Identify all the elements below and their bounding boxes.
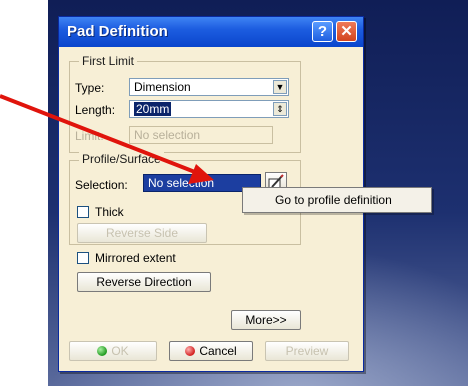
length-value: 20mm [134,102,172,116]
mirrored-extent-checkbox[interactable] [77,252,89,264]
preview-button: Preview [265,341,349,361]
ok-button: OK [69,341,157,361]
type-combo[interactable]: Dimension ▼ [129,78,289,96]
context-popup-menu[interactable]: Go to profile definition [242,187,432,213]
ok-label: OK [111,344,129,358]
title-bar[interactable]: Pad Definition ? ✕ [59,17,363,47]
thick-checkbox[interactable] [77,206,89,218]
spinner-icon[interactable]: ⇕ [273,102,287,116]
first-limit-legend: First Limit [79,54,137,68]
chevron-down-icon[interactable]: ▼ [273,80,287,94]
length-input[interactable]: 20mm ⇕ [129,100,289,118]
cancel-button[interactable]: Cancel [169,341,253,361]
reverse-direction-button[interactable]: Reverse Direction [77,272,211,292]
more-button[interactable]: More>> [231,310,301,330]
go-to-profile-definition-item[interactable]: Go to profile definition [275,193,392,207]
ok-icon [97,346,108,356]
reverse-side-button: Reverse Side [77,223,207,243]
mirrored-extent-label: Mirrored extent [95,251,176,265]
help-button[interactable]: ? [312,21,333,42]
limit-input: No selection [129,126,273,144]
profile-surface-legend: Profile/Surface [79,152,164,166]
selection-value: No selection [148,176,215,190]
thick-label: Thick [95,205,124,219]
type-label: Type: [75,81,105,95]
length-label: Length: [75,103,116,117]
limit-value: No selection [134,128,201,142]
limit-label: Limit: [75,129,104,143]
close-button[interactable]: ✕ [336,21,357,42]
cancel-icon [185,346,196,356]
type-value: Dimension [134,80,191,94]
dialog-title: Pad Definition [67,23,168,40]
selection-label: Selection: [75,178,128,192]
cancel-label: Cancel [199,344,237,358]
